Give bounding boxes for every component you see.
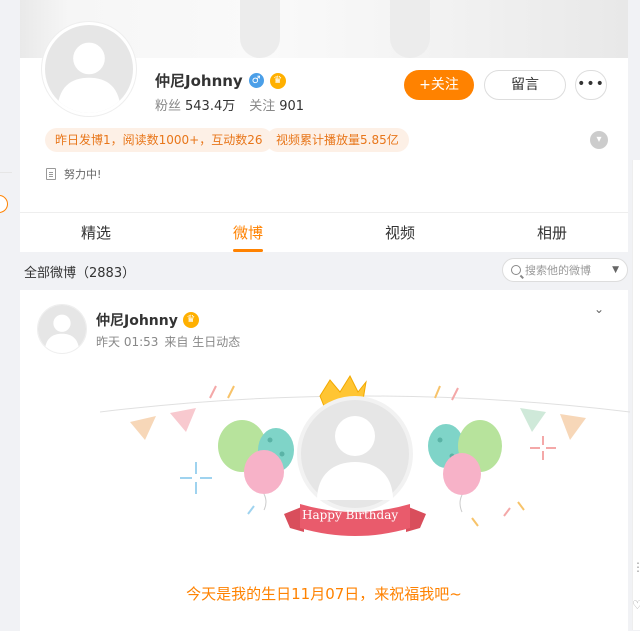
more-button[interactable]: ••• [575,70,607,100]
bio-text: 努力中! [64,168,102,181]
post-text: 今天是我的生日11月07日，来祝福我吧~ [186,585,462,603]
tab-video[interactable]: 视频 [324,213,476,252]
tab-weibo[interactable]: 微博 [172,213,324,252]
male-gender-icon: ♂ [248,73,264,88]
following-count: 901 [279,99,305,114]
expand-chevron-icon[interactable]: ▾ [590,131,608,149]
post-author-row: 仲尼Johnny ♛ [96,310,199,330]
message-button[interactable]: 留言 [484,70,566,100]
avatar[interactable] [42,22,136,116]
avatar-placeholder-icon [45,25,133,113]
username: 仲尼Johnny [155,72,243,90]
post-card: 仲尼Johnny ♛ 昨天 01:53 来自 生日动态 ⌄ Happy Birt… [20,290,630,631]
right-edge-icon[interactable]: ⋮ [632,560,640,576]
post-time[interactable]: 昨天 01:53 [96,333,158,350]
post-meta: 昨天 01:53 来自 生日动态 [96,333,240,350]
search-input[interactable]: 搜索他的微博 ▼ [502,258,628,282]
follow-button[interactable]: +关注 [404,70,474,100]
chevron-down-icon[interactable]: ⌄ [594,302,608,316]
post-source: 来自 生日动态 [164,335,241,349]
birthday-banner-text: Happy Birthday [302,508,399,522]
vip-crown-icon[interactable]: ♛ [269,72,286,89]
chevron-down-icon[interactable]: ▼ [612,265,619,275]
birthday-illustration [100,374,630,536]
profile-card: 仲尼Johnny ♂ ♛ 粉丝 543.4万 关注 901 +关注 留言 ••• 昨… [20,0,628,252]
followers-count: 543.4万 [185,99,236,114]
vip-crown-icon[interactable]: ♛ [182,312,199,328]
balloon-icon [428,420,502,513]
following-label: 关注 [249,99,276,114]
balloon-icon [218,420,294,511]
post-avatar[interactable] [37,304,87,354]
profile-tabs: 精选 微博 视频 相册 [20,212,628,252]
tab-album[interactable]: 相册 [476,213,628,252]
video-views-tag[interactable]: 视频累计播放量5.85亿 [266,128,409,152]
side-ring-icon[interactable] [0,195,8,213]
search-icon [511,265,521,275]
profile-name-row: 仲尼Johnny ♂ ♛ [155,70,286,91]
profile-stats: 粉丝 543.4万 关注 901 [155,95,304,114]
side-divider [0,172,12,173]
post-author[interactable]: 仲尼Johnny [96,310,178,330]
followers-stat[interactable]: 粉丝 543.4万 [155,95,235,114]
activity-tag[interactable]: 昨日发博1，阅读数1000+，互动数26 [45,128,273,152]
avatar-placeholder-icon [38,305,86,353]
tab-featured[interactable]: 精选 [20,213,172,252]
bio-row: 努力中! [46,166,101,182]
search-placeholder: 搜索他的微博 [525,264,591,277]
document-icon [46,168,56,180]
right-edge-icon-2[interactable]: ♡ [632,598,640,614]
feed-header: 全部微博（2883） [24,266,136,281]
followers-label: 粉丝 [155,99,182,114]
following-stat[interactable]: 关注 901 [249,95,304,114]
